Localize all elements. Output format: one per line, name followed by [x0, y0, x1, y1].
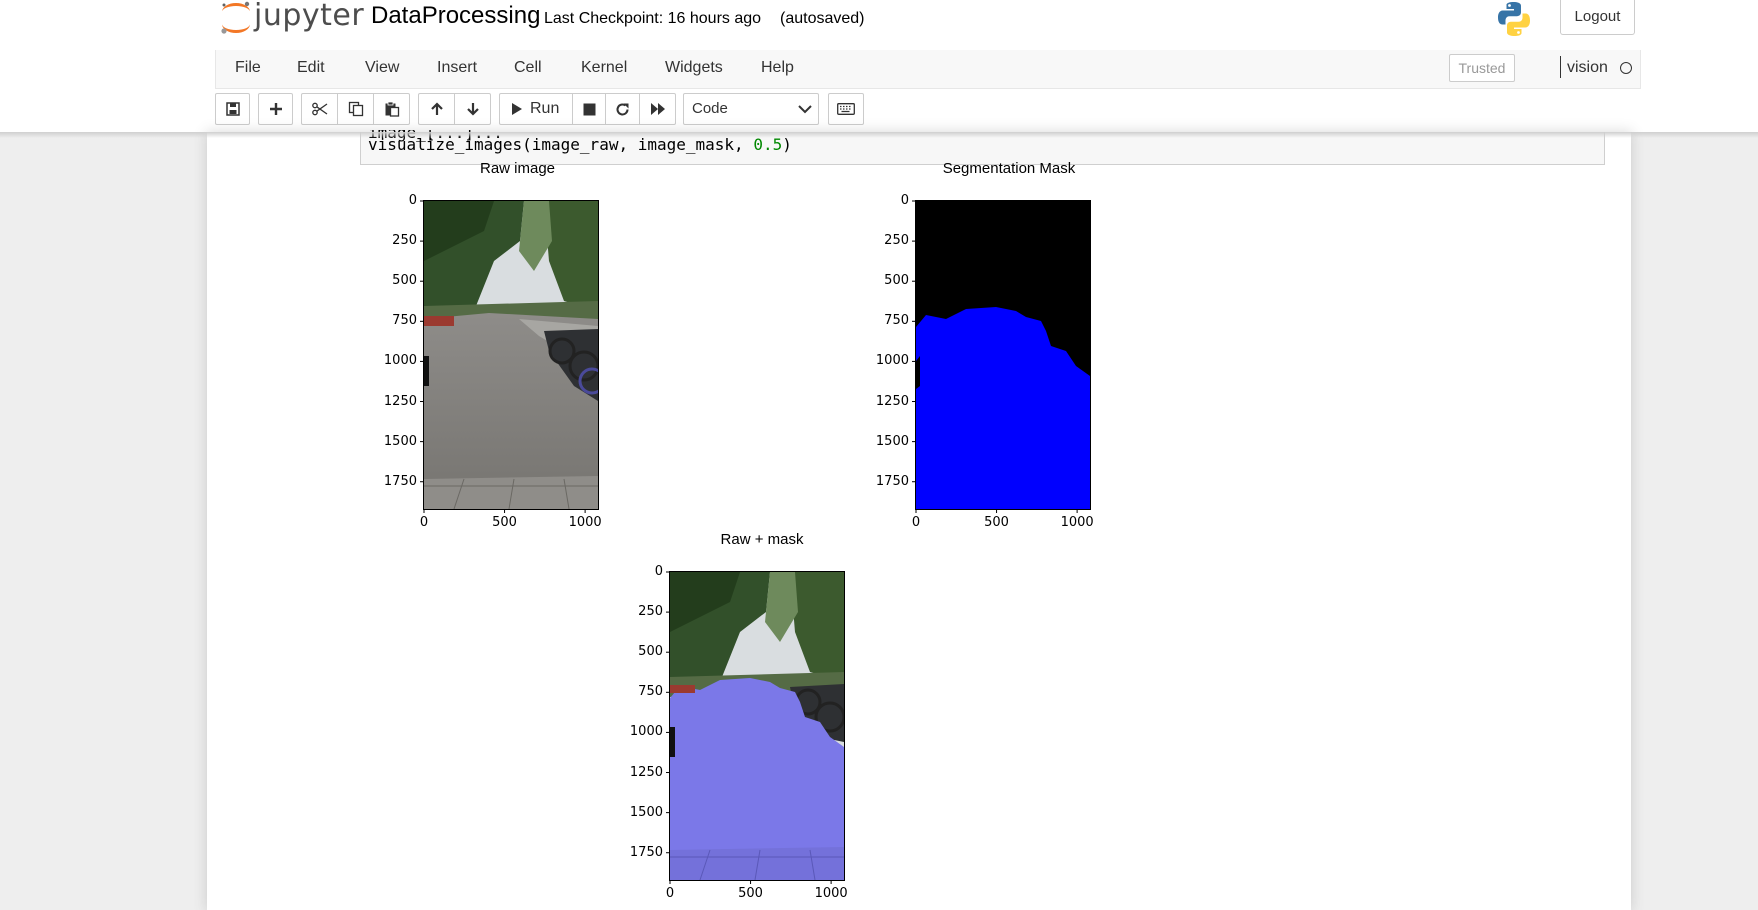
segmentation-mask-image — [916, 201, 1090, 509]
trusted-indicator[interactable]: Trusted — [1449, 54, 1515, 82]
arrow-up-icon — [430, 102, 443, 115]
jupyter-logo-icon — [221, 1, 250, 34]
y-tick-label: 1000 — [875, 353, 909, 369]
command-palette-button[interactable] — [828, 93, 864, 125]
y-tick-label: 750 — [884, 313, 909, 329]
y-tick-label: 0 — [408, 193, 417, 208]
y-tick-label: 1250 — [629, 764, 663, 780]
y-tick-label: 250 — [884, 233, 909, 249]
y-tick-label: 1250 — [875, 393, 909, 409]
paste-button[interactable] — [373, 93, 410, 125]
x-tick-label: 0 — [419, 515, 429, 530]
notebook-name[interactable]: DataProcessing — [371, 2, 540, 30]
paste-icon — [385, 101, 399, 117]
menu-view[interactable]: View — [365, 59, 399, 77]
plot-segmentation-mask: Segmentation Mask 0 250 500 750 1000 1250 1500… — [849, 154, 1169, 530]
y-tick-label: 1250 — [383, 393, 417, 409]
run-icon — [512, 103, 522, 115]
notebook-container: image_[...]... visualize_images(image_ra… — [207, 130, 1631, 910]
y-tick-label: 1500 — [629, 804, 663, 820]
python-logo-icon — [1495, 0, 1533, 38]
interrupt-button[interactable] — [572, 93, 606, 125]
restart-run-all-button[interactable] — [639, 93, 676, 125]
plot-raw-image: Raw image 0 250 500 750 1000 1250 1500 1750 0 50… — [357, 154, 657, 530]
copy-icon — [348, 101, 363, 117]
kernel-separator — [1560, 56, 1561, 78]
cut-button[interactable] — [301, 93, 338, 125]
cell-type-value: Code — [692, 100, 728, 117]
stop-icon — [583, 103, 595, 115]
y-tick-label: 500 — [638, 644, 663, 660]
y-tick-label: 0 — [654, 564, 663, 579]
keyboard-icon — [837, 103, 855, 115]
y-tick-label: 250 — [638, 604, 663, 620]
x-tick-label: 500 — [984, 515, 1009, 530]
menu-kernel[interactable]: Kernel — [581, 59, 627, 77]
y-tick-label: 0 — [900, 193, 909, 208]
y-tick-label: 1000 — [383, 353, 417, 369]
menu-widgets[interactable]: Widgets — [665, 59, 723, 77]
fast-forward-icon — [650, 103, 665, 115]
save-button[interactable] — [215, 93, 250, 125]
x-tick-label: 1000 — [814, 886, 848, 901]
copy-button[interactable] — [337, 93, 374, 125]
restart-button[interactable] — [605, 93, 640, 125]
arrow-down-icon — [466, 103, 479, 116]
save-icon — [225, 102, 240, 116]
menu-edit[interactable]: Edit — [297, 59, 325, 77]
restart-icon — [616, 103, 629, 115]
y-tick-label: 1750 — [629, 844, 663, 860]
run-button[interactable]: Run — [499, 93, 573, 125]
checkpoint-status: Last Checkpoint: 16 hours ago — [544, 10, 762, 27]
autosave-status: (autosaved) — [780, 10, 865, 27]
cell-type-select[interactable]: Code — [683, 93, 819, 125]
x-tick-label: 500 — [492, 515, 517, 530]
y-tick-label: 250 — [392, 233, 417, 249]
header-shadow — [0, 132, 1758, 138]
y-tick-label: 1500 — [383, 433, 417, 449]
menu-cell[interactable]: Cell — [514, 59, 542, 77]
move-down-button[interactable] — [454, 93, 491, 125]
kernel-idle-icon — [1620, 62, 1632, 74]
y-tick-label: 1750 — [875, 473, 909, 489]
chevron-down-icon — [798, 105, 812, 114]
menu-insert[interactable]: Insert — [437, 59, 477, 77]
x-tick-label: 1000 — [568, 515, 602, 530]
logout-button[interactable]: Logout — [1560, 0, 1635, 35]
y-tick-label: 1750 — [383, 473, 417, 489]
y-tick-label: 500 — [392, 273, 417, 289]
y-tick-label: 500 — [884, 273, 909, 289]
header: jupyter DataProcessing Last Checkpoint: … — [0, 0, 1758, 51]
x-tick-label: 0 — [665, 886, 675, 901]
y-tick-label: 1500 — [875, 433, 909, 449]
plot-raw-plus-mask: Raw + mask 0 250 500 750 1000 1250 1500 1750 05… — [603, 525, 903, 910]
kernel-name[interactable]: vision — [1567, 59, 1608, 77]
logo-text: jupyter — [254, 0, 365, 33]
y-tick-label: 750 — [638, 684, 663, 700]
overlay-image — [670, 572, 844, 880]
y-tick-label: 1000 — [629, 724, 663, 740]
cut-icon — [311, 102, 327, 116]
x-tick-label: 500 — [738, 886, 763, 901]
raw-image — [424, 201, 598, 509]
plus-icon — [269, 103, 282, 115]
x-tick-label: 1000 — [1060, 515, 1094, 530]
menu-help[interactable]: Help — [761, 59, 794, 77]
jupyter-logo[interactable]: jupyter — [218, 0, 364, 36]
menubar: File Edit View Insert Cell Kernel Widget… — [215, 50, 1641, 89]
move-up-button[interactable] — [418, 93, 455, 125]
menu-file[interactable]: File — [235, 59, 261, 77]
run-label: Run — [530, 100, 560, 117]
insert-cell-button[interactable] — [258, 93, 293, 125]
y-tick-label: 750 — [392, 313, 417, 329]
